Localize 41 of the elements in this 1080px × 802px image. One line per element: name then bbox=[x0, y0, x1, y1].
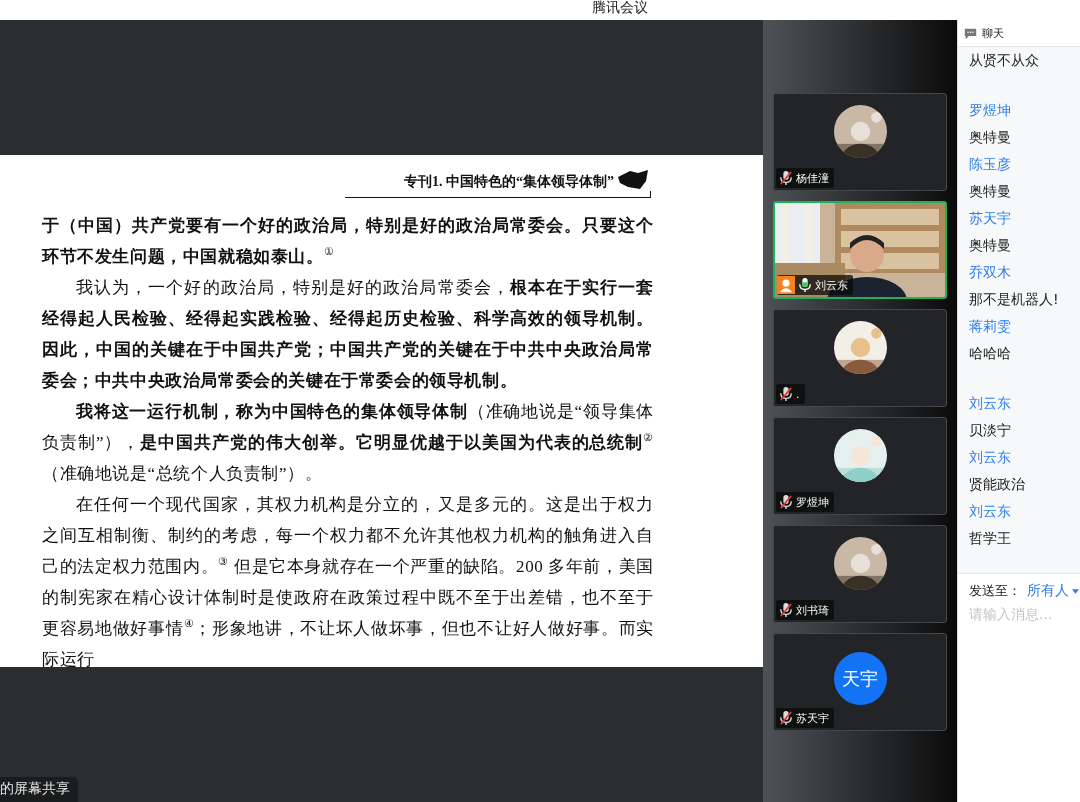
sender-name: 蒋莉雯 bbox=[969, 317, 1012, 336]
chat-title: 聊天 bbox=[982, 25, 1004, 41]
chat-message: 哈哈哈 bbox=[969, 344, 1012, 363]
chapter-header: 专刊1. 中国特色的“集体领导体制” bbox=[404, 173, 614, 191]
chat-message: 从贤不从众 bbox=[969, 51, 1040, 70]
sender-name: 苏天宇 bbox=[969, 209, 1012, 228]
chat-message: 那不是机器人! bbox=[969, 290, 1060, 309]
sender-name: 乔双木 bbox=[969, 263, 1012, 282]
participant-tile[interactable]: 杨佳潼 bbox=[773, 93, 947, 191]
initials-avatar: 天宇 bbox=[833, 652, 887, 705]
message-input[interactable]: 请输入消息... bbox=[969, 606, 1074, 622]
chat-message: 奥特曼 bbox=[969, 182, 1012, 201]
sender-name: 陈玉彦 bbox=[969, 155, 1012, 174]
sender-name: 罗煜坤 bbox=[969, 101, 1012, 120]
chat-message: 贤能政治 bbox=[969, 475, 1026, 494]
participant-tile[interactable]: 罗煜坤 bbox=[773, 417, 947, 515]
participant-tile[interactable]: 刘书琦 bbox=[773, 525, 947, 623]
recipient-dropdown[interactable]: 所有人 bbox=[1027, 582, 1079, 600]
paragraph: 我将这一运行机制，称为中国特色的集体领导体制（准确地说是“领导集体负责制”），是中国共产党的伟大创举。它明显优越于以美国为代表的总统制$^{②}$（准确地说是“总统个人负责制”）。 bbox=[42, 401, 654, 485]
window-title: 腾讯会议 bbox=[592, 0, 648, 14]
paragraph: 我认为，一个好的政治局，特别是好的政治局常委会，根本在于实行一套经得起人民检验、经得起实践检验、经得起历史检验、科学高效的领导机制。因此，中国的关键在于中国共产党；中国共产党的关键在于中共中央政治局常委会；中共中央政治局常委会的关键在于常委会的领导机制。 bbox=[42, 277, 654, 392]
paragraph: 于（中国）共产党要有一个好的政治局，特别是好的政治局常委会。只要这个环节不发生问题，中国就稳如泰山。$^{①}$ bbox=[42, 215, 654, 268]
participant-name: . bbox=[796, 387, 800, 401]
chat-message: 奥特曼 bbox=[969, 128, 1012, 147]
chat-message: 奥特曼 bbox=[969, 236, 1012, 255]
sender-name: 刘云东 bbox=[969, 448, 1012, 467]
chat-message: 贝淡宁 bbox=[969, 421, 1012, 440]
chat-message: 哲学王 bbox=[969, 529, 1012, 548]
participant-name: 杨佳潼 bbox=[796, 170, 829, 186]
participant-name: 罗煜坤 bbox=[796, 494, 829, 510]
paragraph: 在任何一个现代国家，其权力机构是分立的，又是多元的。这是出于权力之间互相制衡、制约的考虑，每一个权力都不允许其他权力机构的触角进入自己的法定权力范围内。$^{③}$ 但是它本身就存在一个严重的缺陷。200 多年前，美国的制宪家在精心设计体制时是使政府在政策过程中既不至于出差错，也不至于更容易地做好事情$^{④}$；形象地讲，不让坏人做坏事，但也不让好人做好事。而实际运行 bbox=[42, 494, 654, 667]
participant-tile[interactable]: 刘云东 bbox=[773, 201, 947, 299]
participant-name: 刘书琦 bbox=[796, 602, 829, 618]
participant-name: 刘云东 bbox=[815, 277, 848, 293]
send-to-label: 发送至： bbox=[969, 582, 1021, 600]
participant-tile[interactable]: . bbox=[773, 309, 947, 407]
sender-name: 刘云东 bbox=[969, 502, 1012, 521]
sender-name: 刘云东 bbox=[969, 394, 1012, 413]
screen-share-label: 的屏幕共享 bbox=[0, 777, 78, 802]
participant-name: 苏天宇 bbox=[796, 710, 829, 726]
participant-tile[interactable]: 天宇 苏天宇 bbox=[773, 633, 947, 731]
